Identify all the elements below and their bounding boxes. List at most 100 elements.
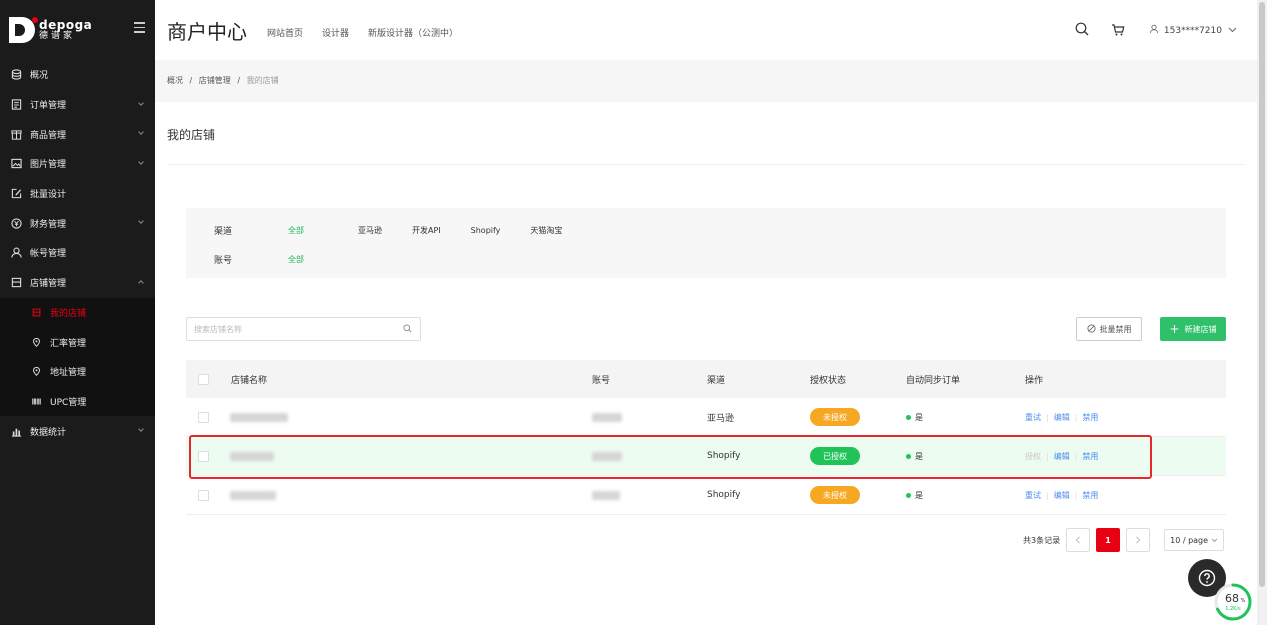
sidebar-item-label: 图片管理: [30, 160, 67, 171]
sidebar-item-orders[interactable]: 订单管理: [0, 90, 155, 120]
col-actions: 操作: [1025, 375, 1044, 386]
chevron-right-icon: [1136, 536, 1141, 544]
disable-link[interactable]: 禁用: [1082, 412, 1098, 423]
retry-link[interactable]: 重试: [1025, 490, 1041, 501]
chevron-down-icon: [138, 218, 144, 225]
chevron-down-icon: [138, 99, 144, 106]
sync-value: 是: [915, 490, 923, 500]
next-page-button[interactable]: [1126, 528, 1151, 552]
col-auto-sync: 自动同步订单: [906, 375, 961, 386]
chevron-up-icon: [138, 279, 144, 286]
search-icon[interactable]: [1075, 22, 1089, 39]
sidebar-item-address[interactable]: 地址管理: [0, 357, 155, 387]
plus-icon: +: [1169, 322, 1180, 336]
channel-option-amazon[interactable]: 亚马逊: [358, 225, 382, 236]
edit-link[interactable]: 编辑: [1054, 490, 1070, 501]
speed-percent-unit: %: [1241, 598, 1246, 604]
pin-icon: [30, 336, 42, 348]
chevron-down-icon: [1228, 26, 1237, 36]
page-size-value: 10 / page: [1170, 535, 1209, 545]
sidebar-item-label: 财务管理: [30, 219, 67, 230]
sync-value: 是: [915, 412, 923, 422]
total-records: 共3条记录: [1023, 535, 1061, 545]
sidebar-item-label: 我的店铺: [50, 308, 87, 319]
user-icon: [10, 247, 22, 259]
cart-icon[interactable]: [1111, 23, 1125, 39]
breadcrumb-overview[interactable]: 概况: [167, 76, 183, 85]
barcode-icon: [30, 395, 42, 407]
sidebar-item-products[interactable]: 商品管理: [0, 119, 155, 149]
table-row: 亚马逊 未授权 是 重试 | 编辑 | 禁用: [186, 398, 1226, 437]
divider: [167, 164, 1245, 165]
scrollbar-thumb[interactable]: [1259, 2, 1265, 587]
database-icon: [10, 69, 22, 81]
chart-icon: [10, 425, 22, 437]
select-all-checkbox[interactable]: [198, 373, 209, 385]
breadcrumb-sep: /: [237, 76, 241, 85]
network-speed-widget[interactable]: 68 % 1.2K/s: [1213, 582, 1253, 622]
new-store-button[interactable]: + 新建店铺: [1160, 317, 1226, 341]
batch-disable-label: 批量禁用: [1099, 324, 1132, 334]
row-checkbox[interactable]: [198, 489, 209, 501]
disable-link[interactable]: 禁用: [1082, 490, 1098, 501]
breadcrumb-store-management[interactable]: 店铺管理: [199, 76, 231, 85]
top-header: 商户中心 网站首页 设计器 新版设计器（公测中） 153****7210: [155, 0, 1253, 60]
sidebar-item-label: 订单管理: [30, 101, 67, 112]
table-row: Shopify 未授权 是 重试 | 编辑 | 禁用: [186, 476, 1226, 515]
channel-option-shopify[interactable]: Shopify: [471, 226, 501, 235]
sync-dot: [906, 492, 911, 498]
sidebar-item-images[interactable]: 图片管理: [0, 149, 155, 179]
store-icon: [10, 277, 22, 289]
breadcrumb-current: 我的店铺: [246, 76, 279, 85]
sidebar-item-batch-design[interactable]: 批量设计: [0, 179, 155, 209]
header-link-new-designer[interactable]: 新版设计器（公测中）: [368, 26, 458, 39]
sidebar-item-stores[interactable]: 店铺管理: [0, 268, 155, 298]
account-option-all[interactable]: 全部: [288, 254, 304, 265]
channel-filter-label: 渠道: [214, 227, 233, 237]
chevron-down-icon: [138, 159, 144, 165]
sidebar-item-overview[interactable]: 概况: [0, 60, 155, 90]
search-input[interactable]: [187, 318, 387, 340]
user-phone: 153****7210: [1163, 25, 1222, 36]
product-icon: [10, 128, 22, 140]
prev-page-button[interactable]: [1066, 528, 1091, 552]
status-badge: 未授权: [810, 486, 860, 504]
account-filter-label: 账号: [214, 256, 233, 266]
store-search: [186, 317, 421, 341]
user-icon: [1149, 24, 1159, 37]
row-checkbox[interactable]: [198, 411, 209, 423]
sidebar-item-my-stores[interactable]: 我的店铺: [0, 298, 155, 328]
batch-disable-button[interactable]: 批量禁用: [1076, 317, 1142, 341]
ban-icon: [1086, 323, 1096, 335]
sidebar-item-exchange-rate[interactable]: 汇率管理: [0, 327, 155, 357]
header-link-designer[interactable]: 设计器: [322, 26, 349, 39]
sidebar-item-label: 商品管理: [30, 130, 67, 141]
image-icon: [10, 158, 22, 170]
col-store-name: 店铺名称: [231, 375, 268, 386]
header-link-home[interactable]: 网站首页: [267, 26, 303, 39]
chevron-down-icon: [138, 426, 144, 433]
sidebar-item-finance[interactable]: 财务管理: [0, 208, 155, 238]
sidebar-item-label: 汇率管理: [50, 338, 87, 349]
channel-option-api[interactable]: 开发API: [412, 225, 441, 236]
user-menu[interactable]: 153****7210: [1149, 24, 1237, 37]
yen-icon: [10, 217, 22, 229]
edit-link[interactable]: 编辑: [1054, 412, 1070, 423]
page-button-current[interactable]: 1: [1096, 528, 1121, 552]
page-size-select[interactable]: 10 / page: [1164, 529, 1225, 551]
sidebar-item-statistics[interactable]: 数据统计: [0, 416, 155, 446]
scrollbar[interactable]: [1257, 0, 1267, 625]
sidebar-item-label: 数据统计: [30, 427, 67, 438]
retry-link[interactable]: 重试: [1025, 412, 1041, 423]
sidebar-item-accounts[interactable]: 帐号管理: [0, 238, 155, 268]
pagination: 共3条记录 1 10 / page: [1023, 528, 1225, 552]
table-header: 店铺名称 账号 渠道 授权状态 自动同步订单 操作: [186, 360, 1226, 398]
sidebar-item-upc[interactable]: UPC管理: [0, 387, 155, 417]
channel-option-all[interactable]: 全部: [288, 225, 304, 236]
search-icon[interactable]: [403, 324, 412, 336]
menu-toggle-icon[interactable]: [134, 22, 145, 36]
sidebar-item-label: 帐号管理: [30, 249, 67, 260]
account-redacted: [592, 490, 620, 500]
channel-option-tmall[interactable]: 天猫淘宝: [530, 225, 562, 236]
logo[interactable]: depoga 德谱家: [0, 0, 155, 60]
